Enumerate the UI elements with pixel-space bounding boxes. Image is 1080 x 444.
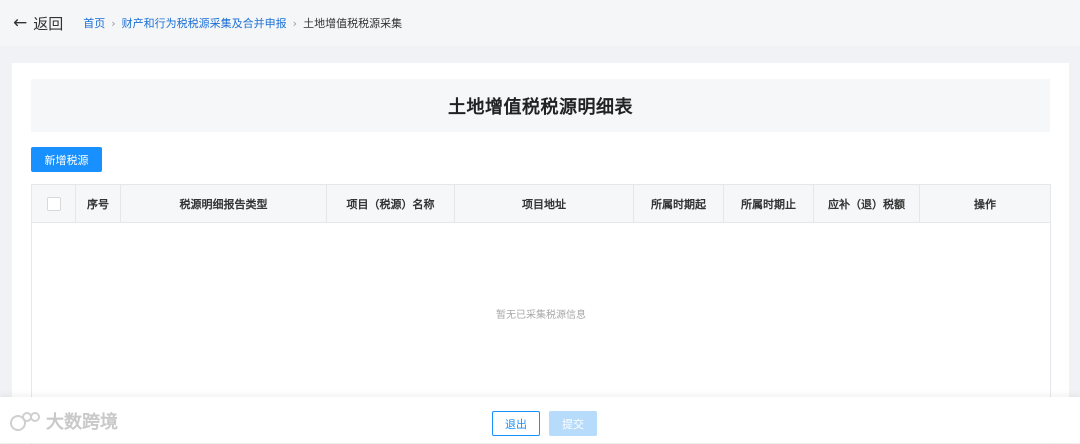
empty-state-text: 暂无已采集税源信息	[496, 309, 586, 321]
logo-icon	[10, 412, 40, 431]
column-header: 所属时期止	[724, 185, 814, 222]
main-panel: 土地增值税税源明细表 新增税源 序号 税源明细报告类型 项目（税源）名称 项目地…	[12, 63, 1069, 444]
top-bar: ← 返回 首页 › 财产和行为税税源采集及合并申报 › 土地增值税税源采集	[0, 0, 1080, 46]
watermark-logo: 大数跨境	[10, 408, 118, 434]
chevron-right-icon: ›	[111, 16, 116, 30]
breadcrumb-home[interactable]: 首页	[83, 15, 105, 31]
column-header: 应补（退）税额	[814, 185, 920, 222]
select-all-cell	[32, 185, 76, 222]
column-header: 税源明细报告类型	[121, 185, 327, 222]
breadcrumb-property-tax[interactable]: 财产和行为税税源采集及合并申报	[122, 15, 287, 31]
page-title: 土地增值税税源明细表	[448, 96, 633, 118]
table-header: 序号 税源明细报告类型 项目（税源）名称 项目地址 所属时期起 所属时期止 应补…	[32, 185, 1050, 223]
breadcrumb: 首页 › 财产和行为税税源采集及合并申报 › 土地增值税税源采集	[83, 15, 402, 31]
add-tax-source-button[interactable]: 新增税源	[31, 147, 102, 172]
column-header: 序号	[76, 185, 121, 222]
chevron-right-icon: ›	[292, 16, 298, 30]
breadcrumb-current: 土地增值税税源采集	[303, 17, 403, 30]
back-label: 返回	[33, 14, 64, 33]
footer-bar: 退出 提交	[0, 397, 1080, 443]
watermark-text: 大数跨境	[46, 412, 118, 433]
back-button[interactable]: ← 返回	[13, 13, 63, 34]
submit-button: 提交	[549, 411, 597, 436]
column-header: 项目地址	[455, 185, 634, 222]
column-header: 操作	[974, 197, 996, 211]
select-all-checkbox[interactable]	[46, 196, 61, 211]
arrow-left-icon: ←	[13, 12, 28, 33]
column-header: 所属时期起	[634, 185, 724, 222]
column-header: 项目（税源）名称	[327, 185, 455, 222]
exit-button[interactable]: 退出	[492, 411, 540, 436]
page-title-box: 土地增值税税源明细表	[31, 79, 1050, 132]
